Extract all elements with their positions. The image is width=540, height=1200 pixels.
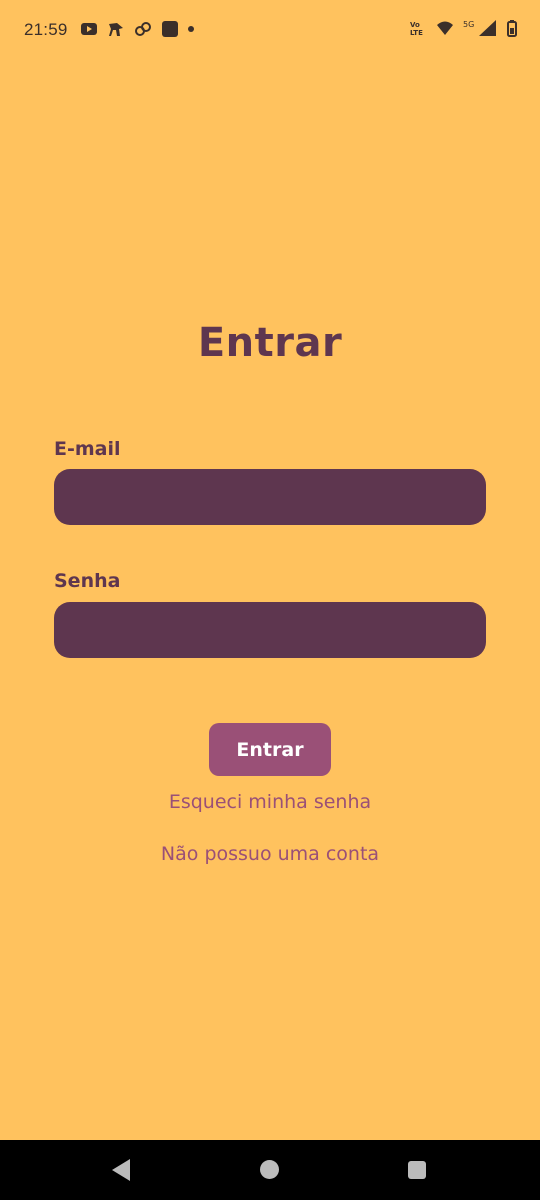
password-label: Senha <box>54 570 121 592</box>
signal-icon: 5G <box>463 20 496 36</box>
svg-text:5G: 5G <box>463 20 474 29</box>
battery-icon <box>507 20 517 37</box>
password-field[interactable] <box>54 602 486 658</box>
home-icon[interactable] <box>260 1160 279 1179</box>
recents-icon[interactable] <box>408 1161 426 1179</box>
email-label: E-mail <box>54 438 121 460</box>
back-icon[interactable] <box>112 1159 130 1181</box>
svg-text:Vo: Vo <box>410 21 420 29</box>
app-square-icon <box>162 21 178 37</box>
svg-text:LTE: LTE <box>410 29 423 37</box>
forgot-password-link[interactable]: Esqueci minha senha <box>0 791 540 813</box>
status-bar: 21:59 Vo LTE 5G <box>0 0 540 62</box>
link-icon <box>135 22 151 36</box>
wifi-icon <box>437 21 453 35</box>
notification-icons <box>80 20 194 38</box>
more-notifications-icon <box>188 26 194 32</box>
email-field[interactable] <box>54 469 486 525</box>
login-button[interactable]: Entrar <box>209 723 331 776</box>
signup-link[interactable]: Não possuo uma conta <box>0 843 540 865</box>
navigation-bar <box>0 1140 540 1200</box>
system-icons: Vo LTE 5G <box>409 19 518 37</box>
app-notification-icon <box>109 23 123 36</box>
volte-icon: Vo LTE <box>410 21 423 37</box>
status-time: 21:59 <box>24 20 68 39</box>
page-title: Entrar <box>197 320 343 366</box>
youtube-icon <box>81 23 97 35</box>
